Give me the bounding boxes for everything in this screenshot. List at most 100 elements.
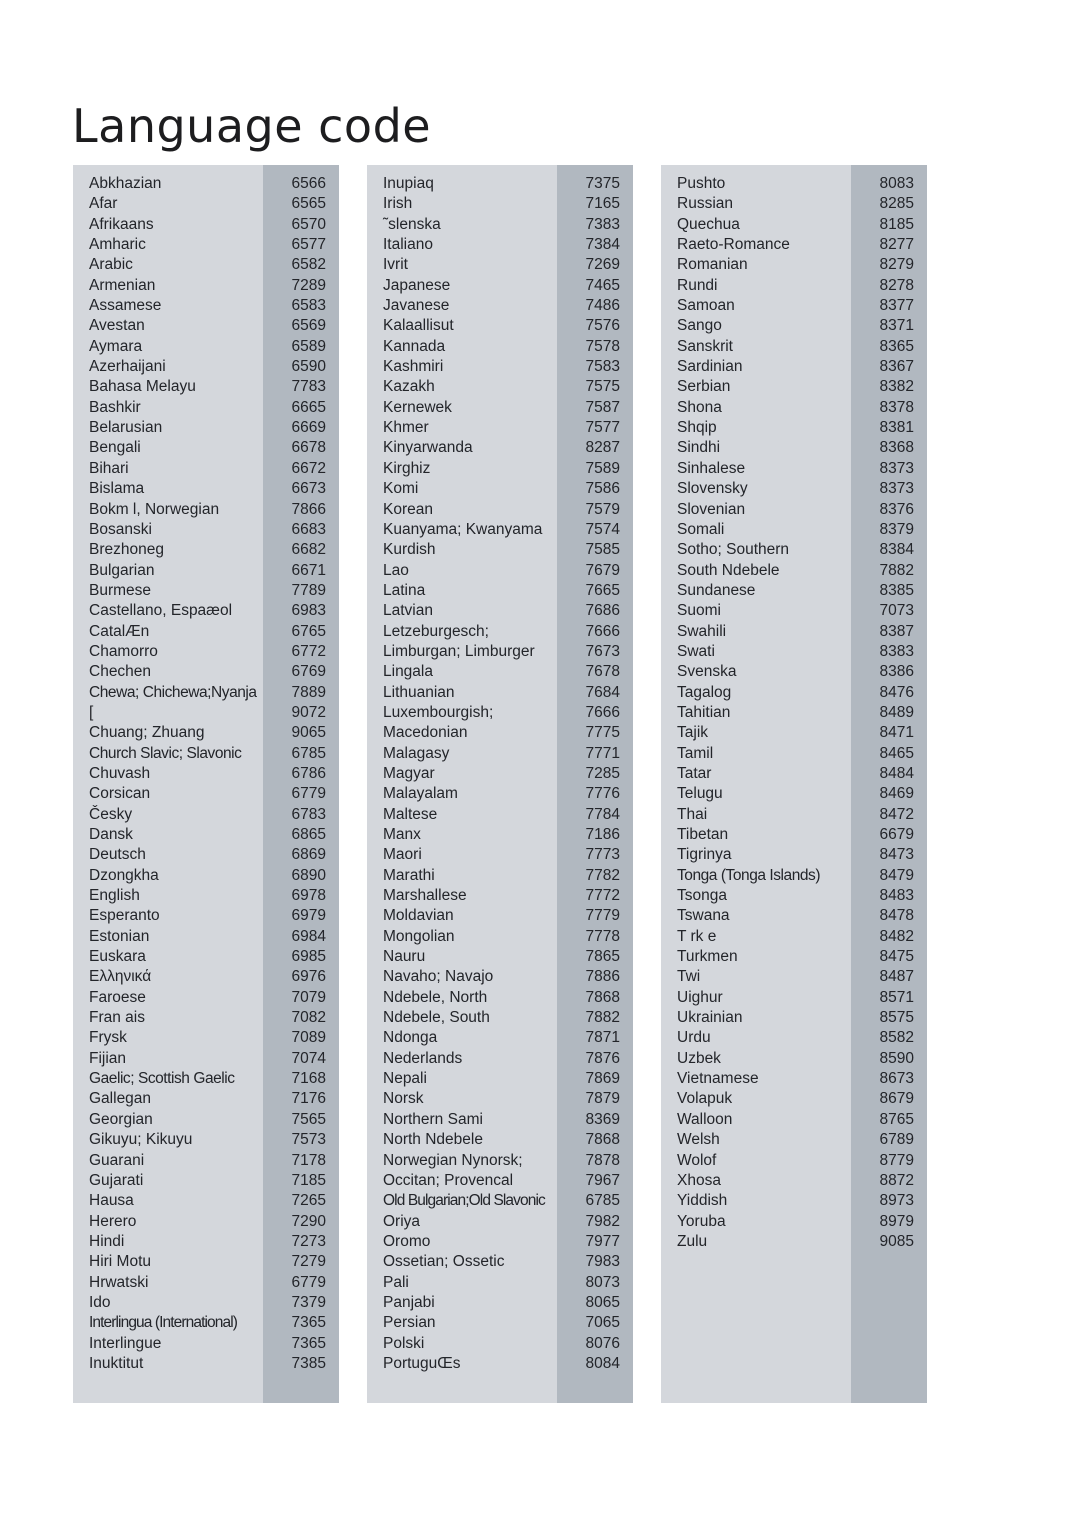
- language-row: Afrikaans 6570: [73, 215, 339, 235]
- language-code: 8371: [879, 317, 914, 335]
- language-row: Chechen 6769: [73, 662, 339, 682]
- language-code: 7876: [585, 1049, 620, 1067]
- language-code: 6673: [291, 480, 326, 498]
- language-code: 7486: [585, 297, 620, 315]
- language-name: Raeto-Romance: [677, 236, 790, 254]
- language-code: 6865: [291, 826, 326, 843]
- language-name: Shqip: [677, 419, 717, 437]
- language-code: 7384: [585, 236, 620, 254]
- language-name: Irish: [383, 195, 413, 213]
- language-row: Amharic 6577: [73, 235, 339, 255]
- language-code: 6765: [291, 622, 326, 640]
- language-code: 6789: [879, 1131, 914, 1149]
- language-name: Uzbek: [677, 1049, 721, 1067]
- language-row: Navaho; Navajo 7886: [367, 967, 633, 987]
- language-code: 7666: [585, 703, 620, 721]
- language-name: Ndebele, South: [383, 1009, 490, 1027]
- language-name: Avestan: [89, 317, 145, 335]
- language-name: Tagalog: [677, 683, 732, 701]
- language-name: Thai: [677, 805, 708, 823]
- language-row: Bahasa Melayu 7783: [73, 377, 339, 397]
- language-row: Interlingua (International) 7365: [73, 1313, 339, 1333]
- language-code: 6985: [291, 948, 326, 966]
- language-code: 8285: [879, 195, 914, 213]
- language-code: 7789: [291, 581, 326, 599]
- language-code: 7666: [585, 622, 620, 640]
- language-code: 7977: [585, 1232, 620, 1250]
- language-code: 8377: [879, 297, 914, 315]
- language-row: Church Slavic; Slavonic 6785: [73, 744, 339, 764]
- language-name: Maori: [383, 846, 422, 864]
- language-row: Gujarati 7185: [73, 1171, 339, 1191]
- language-row: Sindhi 8368: [661, 438, 927, 458]
- language-code: 7665: [585, 581, 620, 599]
- language-name: Oriya: [383, 1212, 421, 1230]
- language-row: Afar 6565: [73, 194, 339, 214]
- language-row: Marathi 7782: [367, 866, 633, 886]
- language-row: Somali 8379: [661, 520, 927, 540]
- language-row: Guarani 7178: [73, 1151, 339, 1171]
- language-row: Bulgarian 6671: [73, 561, 339, 581]
- language-code: 8471: [879, 724, 914, 742]
- language-code: 6665: [291, 398, 326, 416]
- language-code: 7678: [585, 663, 620, 681]
- language-name: Uighur: [677, 988, 723, 1006]
- language-code: 7379: [291, 1293, 326, 1311]
- language-row: Oromo 7977: [367, 1232, 633, 1252]
- language-code: 7889: [291, 683, 326, 701]
- language-code: 8373: [879, 459, 914, 477]
- language-row: Slovenian 8376: [661, 500, 927, 520]
- language-name: Ivrit: [383, 256, 408, 274]
- language-code: 7882: [585, 1009, 620, 1027]
- language-row: Belarusian 6669: [73, 418, 339, 438]
- language-name: Kirghiz: [383, 459, 431, 477]
- language-code: 8479: [879, 866, 914, 884]
- language-code: 7871: [585, 1029, 620, 1047]
- language-code: 6678: [291, 439, 326, 457]
- language-row: Assamese 6583: [73, 296, 339, 316]
- language-code: 6772: [291, 642, 326, 660]
- language-code: 7375: [585, 175, 620, 192]
- language-code: 7775: [585, 724, 620, 742]
- language-code: 7565: [291, 1110, 326, 1128]
- language-name: Tsonga: [677, 887, 727, 905]
- language-code: 7886: [585, 968, 620, 986]
- language-name: Tamil: [677, 744, 714, 762]
- language-row: Fran ais 7082: [73, 1008, 339, 1028]
- language-name: ˜slenska: [383, 215, 441, 233]
- language-code: 8384: [879, 541, 914, 559]
- language-row: Vietnamese 8673: [661, 1069, 927, 1089]
- language-name: Fijian: [89, 1049, 127, 1067]
- language-name: Japanese: [383, 276, 451, 294]
- language-row: Burmese 7789: [73, 581, 339, 601]
- language-code: 8076: [585, 1334, 620, 1352]
- language-row: Ndebele, North 7868: [367, 988, 633, 1008]
- language-column-3: Pushto 8083 Russian 8285 Quechua 8185 Raeto-Ro…: [661, 165, 927, 1403]
- language-name: Brezhoneg: [89, 541, 164, 559]
- language-code: 8065: [585, 1293, 620, 1311]
- language-row: ˜slenska 7383: [367, 215, 633, 235]
- language-code: 8872: [879, 1171, 914, 1189]
- language-code: 6672: [291, 459, 326, 477]
- language-name: Maltese: [383, 805, 438, 823]
- language-name: Nederlands: [383, 1049, 463, 1067]
- language-code: 8287: [585, 439, 620, 457]
- language-name: Gallegan: [89, 1090, 152, 1108]
- language-name: Bislama: [89, 480, 145, 498]
- language-code: 8779: [879, 1151, 914, 1169]
- language-row: Shona 8378: [661, 398, 927, 418]
- language-name: Sanskrit: [677, 337, 733, 355]
- language-name: Hrwatski: [89, 1273, 149, 1291]
- language-name: Komi: [383, 480, 419, 498]
- language-name: Bashkir: [89, 398, 141, 416]
- language-code: 7679: [585, 561, 620, 579]
- language-row: Korean 7579: [367, 500, 633, 520]
- language-code: 8369: [585, 1110, 620, 1128]
- language-code: 7779: [585, 907, 620, 925]
- language-code: 7285: [585, 764, 620, 782]
- language-name: CatalÆn: [89, 622, 150, 640]
- language-code: 7168: [291, 1070, 326, 1088]
- language-name: Sotho; Southern: [677, 541, 790, 559]
- language-row: Interlingue 7365: [73, 1334, 339, 1354]
- language-code: 6577: [291, 236, 326, 254]
